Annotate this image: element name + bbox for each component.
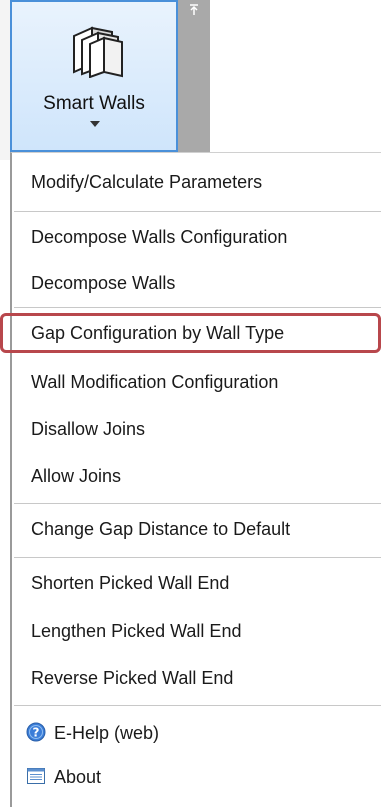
menu-item-modify-calculate-parameters[interactable]: Modify/Calculate Parameters xyxy=(12,162,381,202)
dropdown-menu: Modify/Calculate Parameters Decompose Wa… xyxy=(0,152,381,807)
dropdown-arrow-icon xyxy=(90,121,100,127)
menu-separator xyxy=(14,705,381,706)
walls-stack-icon xyxy=(73,26,123,78)
svg-text:?: ? xyxy=(33,726,40,740)
menu-separator xyxy=(14,503,381,504)
menu-item-label: About xyxy=(54,767,102,787)
smart-walls-button[interactable]: Smart Walls xyxy=(10,0,178,152)
menu-item-decompose-walls[interactable]: Decompose Walls xyxy=(12,263,381,303)
menu-item-decompose-walls-configuration[interactable]: Decompose Walls Configuration xyxy=(12,217,381,257)
pin-icon[interactable] xyxy=(189,4,199,16)
menu-separator xyxy=(14,211,381,212)
menu-item-e-help[interactable]: ? E-Help (web) xyxy=(12,713,381,753)
menu-item-wall-modification-configuration[interactable]: Wall Modification Configuration xyxy=(12,362,381,402)
smart-walls-ui: Smart Walls Modify/Calculate Parameters … xyxy=(0,0,381,807)
menu-separator xyxy=(14,557,381,558)
menu-item-change-gap-distance-to-default[interactable]: Change Gap Distance to Default xyxy=(12,509,381,549)
menu-separator xyxy=(14,307,381,308)
menu-item-label: E-Help (web) xyxy=(54,723,160,743)
about-icon xyxy=(27,768,45,785)
menu-item-disallow-joins[interactable]: Disallow Joins xyxy=(12,409,381,449)
smart-walls-label: Smart Walls xyxy=(43,93,145,114)
menu-item-shorten-picked-wall-end[interactable]: Shorten Picked Wall End xyxy=(12,563,381,603)
menu-item-allow-joins[interactable]: Allow Joins xyxy=(12,456,381,496)
menu-item-lengthen-picked-wall-end[interactable]: Lengthen Picked Wall End xyxy=(12,611,381,651)
menu-item-about[interactable]: About xyxy=(12,757,381,797)
menu-item-reverse-picked-wall-end[interactable]: Reverse Picked Wall End xyxy=(12,658,381,698)
menu-item-gap-configuration-by-wall-type[interactable]: Gap Configuration by Wall Type xyxy=(0,313,381,353)
help-icon: ? xyxy=(26,722,46,742)
ribbon-left-strip xyxy=(0,0,10,160)
ribbon-side-panel xyxy=(178,0,210,160)
